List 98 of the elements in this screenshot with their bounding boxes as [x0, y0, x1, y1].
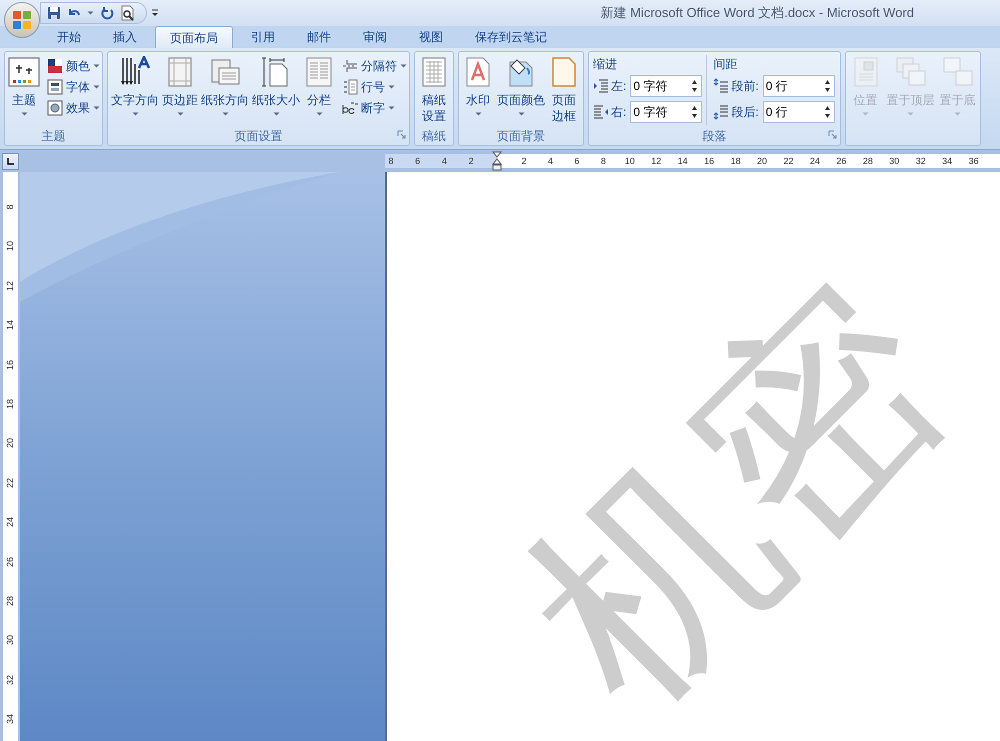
ribbon-button[interactable]: 稿纸设置	[417, 55, 451, 124]
ribbon-button[interactable]: 纸张方向	[200, 55, 250, 116]
dialog-launcher[interactable]	[397, 130, 407, 140]
ruler-number: 22	[784, 155, 794, 168]
ruler-number: 4	[442, 155, 447, 168]
ruler-number: 12	[651, 155, 662, 168]
ruler-number: 14	[5, 320, 15, 330]
section-heading: 间距	[713, 56, 738, 73]
ribbon-tab[interactable]: 引用	[237, 26, 289, 48]
ribbon-button[interactable]: 颜色	[47, 56, 100, 75]
ribbon-button[interactable]: 分栏	[302, 55, 336, 116]
ribbon-button[interactable]: 断字	[342, 98, 407, 117]
redo-icon	[100, 6, 114, 20]
spacing-after-icon	[713, 104, 730, 120]
group-label: 稿纸	[422, 128, 446, 144]
ribbon-tab[interactable]: 审阅	[349, 26, 401, 48]
send-to-back-icon	[942, 56, 974, 88]
field-label: 段后:	[731, 104, 759, 121]
breaks-icon	[342, 58, 358, 74]
ruler-number: 24	[5, 517, 15, 528]
hyphenation-icon	[342, 100, 358, 116]
ruler-number: 26	[836, 155, 846, 168]
ruler-number: 20	[5, 438, 15, 448]
ruler-number: 18	[5, 399, 15, 409]
ruler-number: 36	[968, 155, 979, 168]
ribbon-button[interactable]: 水印	[461, 55, 495, 116]
ruler-number: 16	[5, 360, 15, 370]
section-heading: 缩进	[593, 56, 617, 73]
ruler-number: 28	[862, 155, 873, 168]
indent-left-icon	[593, 78, 609, 94]
ribbon-tab[interactable]: 插入	[99, 26, 151, 48]
ribbon-button[interactable]: 页面边框	[547, 55, 581, 124]
ribbon-button[interactable]: 纸张大小	[251, 55, 301, 116]
tab-stop-selector[interactable]	[2, 152, 19, 170]
spacing-before-icon	[713, 78, 730, 94]
launcher-icon	[397, 130, 407, 140]
ruler-number: 26	[5, 556, 15, 567]
customize-toolbar-icon	[151, 9, 159, 17]
ruler-number: 6	[574, 155, 580, 168]
ruler-number: 10	[5, 241, 15, 252]
ruler-number: 14	[678, 155, 688, 168]
ruler-number: 30	[889, 155, 900, 168]
print-preview-icon	[120, 5, 136, 21]
tab-stop-icon	[7, 158, 14, 164]
ribbon-tab[interactable]: 视图	[405, 26, 457, 48]
ribbon-button[interactable]: 分隔符	[342, 56, 407, 75]
ruler-number: 34	[942, 155, 952, 168]
field-label: 左:	[611, 78, 626, 95]
field-label: 右:	[611, 104, 626, 121]
ruler-number: 32	[916, 155, 926, 168]
ruler-number: 2	[468, 155, 474, 168]
ruler-number: 28	[5, 596, 15, 606]
ruler-number: 30	[5, 635, 15, 646]
ribbon-button[interactable]: 字体	[47, 77, 100, 96]
ruler-number: 10	[624, 155, 635, 168]
effects-icon	[47, 100, 63, 116]
ruler-number: 32	[5, 674, 15, 685]
group-label: 页面设置	[234, 128, 282, 144]
fonts-icon	[47, 78, 63, 94]
ruler-number: 8	[600, 155, 606, 168]
group-label: 段落	[702, 128, 726, 144]
ruler-number: 22	[5, 478, 15, 488]
caret-icon	[87, 11, 94, 15]
ruler-number: 2	[522, 155, 526, 168]
theme-icon	[8, 56, 40, 88]
bring-to-front-icon	[894, 56, 927, 88]
ruler-number: 8	[388, 155, 394, 168]
ribbon-button[interactable]: 页边距	[161, 55, 199, 116]
colors-icon	[47, 58, 63, 74]
ruler-number: 4	[548, 155, 553, 168]
ruler-number: 8	[5, 204, 15, 210]
ribbon-tab[interactable]: 邮件	[293, 26, 345, 48]
ruler-number: 6	[415, 155, 420, 168]
ribbon-button[interactable]: 行号	[342, 77, 407, 96]
ribbon-tab[interactable]: 开始	[43, 26, 95, 48]
group-label: 主题	[42, 128, 66, 144]
dialog-launcher[interactable]	[828, 130, 838, 140]
ruler-number: 18	[730, 155, 741, 168]
ribbon-button[interactable]: 效果	[47, 98, 100, 117]
ribbon-button[interactable]: 主题	[7, 55, 41, 116]
group-label: 页面背景	[497, 128, 545, 144]
ruler-number: 16	[704, 155, 714, 168]
ribbon-tab[interactable]: 保存到云笔记	[461, 26, 561, 48]
ruler-number: 12	[5, 280, 15, 291]
ribbon-tab[interactable]: 页面布局	[155, 26, 233, 48]
line-numbers-icon	[342, 78, 358, 94]
launcher-icon	[828, 130, 838, 140]
field-label: 段前:	[731, 78, 759, 95]
indent-right-icon	[593, 104, 609, 120]
indent-marker-icon	[492, 151, 502, 171]
ribbon-button[interactable]: 页面颜色	[496, 55, 546, 116]
office-logo-icon	[12, 10, 32, 30]
window-title: 新建 Microsoft Office Word 文档.docx - Microsoft Word	[600, 4, 914, 22]
ribbon-button[interactable]: 文字方向	[110, 55, 160, 116]
save-icon	[47, 6, 61, 20]
ruler-number: 24	[810, 155, 820, 168]
ruler-number: 34	[5, 714, 15, 724]
ruler-number: 20	[757, 155, 768, 168]
